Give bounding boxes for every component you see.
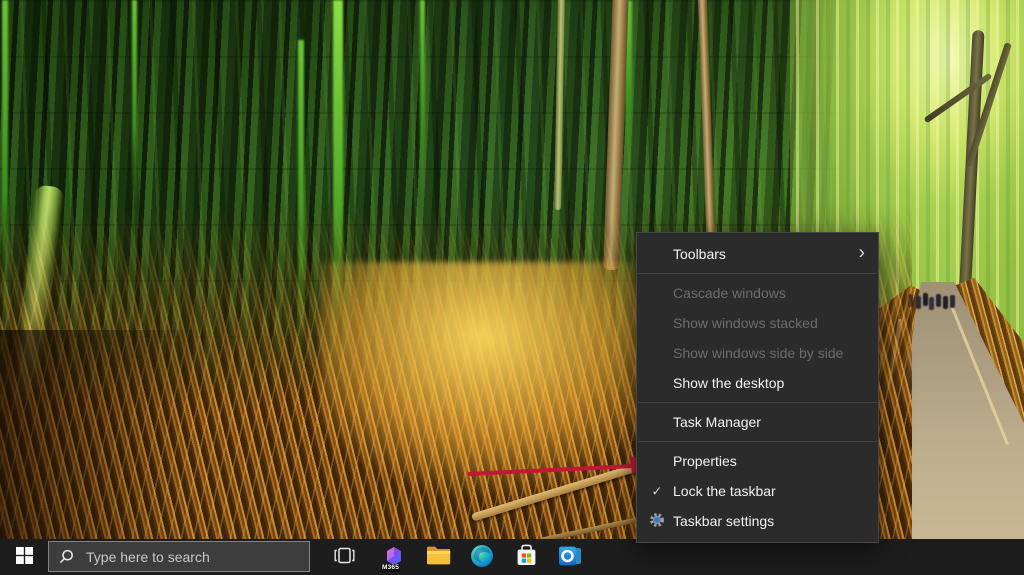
distant-people-silhouettes — [908, 288, 968, 320]
microsoft-edge-icon — [470, 544, 494, 571]
menu-item-label: Taskbar settings — [673, 513, 774, 529]
menu-separator — [638, 402, 877, 403]
microsoft-edge-app-button[interactable] — [460, 539, 504, 575]
file-explorer-app-button[interactable] — [416, 539, 460, 575]
task-view-icon — [334, 547, 355, 567]
outlook-icon — [558, 545, 582, 570]
windows-logo-icon — [16, 547, 33, 567]
taskbar-pinned-apps: M365 — [372, 539, 592, 575]
microsoft-store-icon — [515, 544, 538, 570]
menu-item-show-windows-side-by-side: Show windows side by side — [637, 338, 878, 368]
bright-bamboo-streak — [420, 0, 425, 200]
menu-item-properties[interactable]: Properties — [637, 446, 878, 476]
taskbar-context-menu: Toolbars › Cascade windows Show windows … — [636, 232, 879, 543]
microsoft-365-label: M365 — [381, 564, 400, 572]
menu-item-label: Toolbars — [673, 246, 726, 262]
menu-item-label: Cascade windows — [673, 285, 786, 301]
menu-item-cascade-windows: Cascade windows — [637, 278, 878, 308]
menu-item-show-the-desktop[interactable]: Show the desktop — [637, 368, 878, 398]
menu-item-task-manager[interactable]: Task Manager — [637, 407, 878, 437]
check-icon: ✓ — [648, 485, 666, 498]
menu-item-lock-the-taskbar[interactable]: ✓ Lock the taskbar — [637, 476, 878, 506]
file-explorer-icon — [426, 545, 451, 569]
submenu-arrow-icon: › — [859, 243, 865, 262]
menu-item-label: Show the desktop — [673, 375, 784, 391]
menu-item-show-windows-stacked: Show windows stacked — [637, 308, 878, 338]
taskbar-search-box[interactable] — [48, 541, 310, 572]
menu-item-label: Show windows stacked — [673, 315, 818, 331]
start-button[interactable] — [0, 539, 48, 575]
menu-separator — [638, 273, 877, 274]
search-input[interactable] — [84, 548, 299, 566]
menu-item-label: Lock the taskbar — [673, 483, 776, 499]
menu-item-taskbar-settings[interactable]: Taskbar settings — [637, 506, 878, 536]
taskbar: M365 — [0, 539, 1024, 575]
task-view-button[interactable] — [324, 539, 364, 575]
bright-bamboo-streak — [132, 0, 137, 210]
outlook-app-button[interactable] — [548, 539, 592, 575]
microsoft-store-app-button[interactable] — [504, 539, 548, 575]
golden-grass-highlight — [320, 262, 680, 497]
menu-separator — [638, 441, 877, 442]
menu-item-label: Task Manager — [673, 414, 761, 430]
microsoft-365-app-button[interactable]: M365 — [372, 539, 416, 575]
menu-item-label: Properties — [673, 453, 737, 469]
desktop-screen: Toolbars › Cascade windows Show windows … — [0, 0, 1024, 575]
search-icon — [59, 549, 74, 564]
gear-icon — [648, 512, 666, 530]
menu-item-toolbars[interactable]: Toolbars › — [637, 239, 878, 269]
menu-item-label: Show windows side by side — [673, 345, 843, 361]
